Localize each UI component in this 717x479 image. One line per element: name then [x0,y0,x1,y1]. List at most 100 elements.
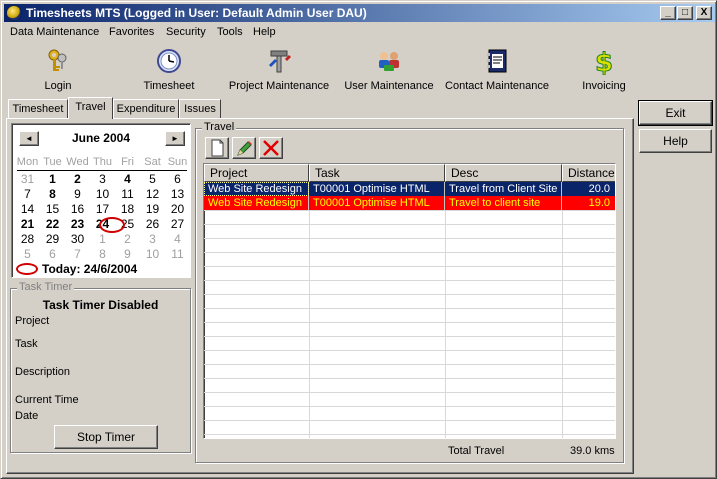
calendar-day[interactable]: 5 [140,172,165,186]
tab-timesheet[interactable]: Timesheet [8,99,68,119]
calendar-day[interactable]: 2 [115,232,140,246]
calendar-day[interactable]: 2 [65,172,90,186]
timer-project-label: Project [15,315,50,327]
toolbar-contact-maintenance-button[interactable]: Contact Maintenance [442,43,552,95]
toolbar-login-label: Login [44,80,72,92]
cell-task[interactable]: T00001 Optimise HTML [309,196,445,210]
table-row[interactable]: Web Site Redesign T00001 Optimise HTML T… [204,182,615,196]
menu-security[interactable]: Security [166,26,206,38]
toolbar-user-maintenance-button[interactable]: User Maintenance [339,43,439,95]
menu-tools[interactable]: Tools [217,26,243,38]
menu-data-maintenance[interactable]: Data Maintenance [10,26,99,38]
travel-grid[interactable]: Project Task Desc Distance Web Site Rede… [203,163,616,439]
cell-desc[interactable]: Travel to client site [445,196,562,210]
calendar-day[interactable]: 6 [165,172,190,186]
calendar-day[interactable]: 16 [65,202,90,216]
calendar-day[interactable]: 11 [165,247,190,261]
calendar-today-link[interactable]: Today: 24/6/2004 [16,262,137,276]
travel-legend: Travel [202,121,237,133]
calendar-day[interactable]: 28 [15,232,40,246]
grid-row-line [204,392,615,393]
column-header-task[interactable]: Task [309,164,445,182]
toolbar-invoicing-button[interactable]: $ Invoicing [574,43,634,95]
toolbar-login-button[interactable]: Login [28,43,88,95]
calendar-day[interactable]: 12 [140,187,165,201]
calendar-day[interactable]: 20 [165,202,190,216]
edit-record-button[interactable] [232,137,256,159]
calendar-day[interactable]: 5 [15,247,40,261]
exit-button[interactable]: Exit [638,100,713,126]
delete-record-button[interactable] [259,137,283,159]
application-window: Timesheets MTS (Logged in User: Default … [0,0,717,479]
calendar-day[interactable]: 29 [40,232,65,246]
menu-favorites[interactable]: Favorites [109,26,154,38]
grid-row-line [204,238,615,239]
calendar-day[interactable]: 15 [40,202,65,216]
calendar-day[interactable]: 30 [65,232,90,246]
toolbar-project-maintenance-button[interactable]: Project Maintenance [224,43,334,95]
calendar-day[interactable]: 8 [40,187,65,201]
calendar-day[interactable]: 7 [65,247,90,261]
calendar-day[interactable]: 19 [140,202,165,216]
tab-expenditure[interactable]: Expenditure [113,99,179,119]
cell-distance[interactable]: 19.0 [562,196,615,210]
tab-travel[interactable]: Travel [68,97,113,119]
close-button[interactable]: X [696,6,712,20]
calendar-day[interactable]: 8 [90,247,115,261]
calendar-day[interactable]: 10 [90,187,115,201]
today-label: Today: 24/6/2004 [42,262,138,276]
calendar-day[interactable]: 7 [15,187,40,201]
calendar-day[interactable]: 17 [90,202,115,216]
cell-task[interactable]: T00001 Optimise HTML [309,182,445,196]
column-header-distance[interactable]: Distance [562,164,615,182]
calendar-day[interactable]: 21 [15,217,40,231]
minimize-button[interactable]: _ [660,6,676,20]
menu-help[interactable]: Help [253,26,276,38]
grid-row-line [204,350,615,351]
help-button[interactable]: Help [639,129,712,153]
calendar-day[interactable]: 22 [40,217,65,231]
today-marker [16,263,38,275]
calendar-day[interactable]: 4 [165,232,190,246]
calendar-day[interactable]: 14 [15,202,40,216]
calendar-next-button[interactable]: ► [165,131,185,146]
toolbar-contact-maintenance-label: Contact Maintenance [445,80,549,92]
stop-timer-button[interactable]: Stop Timer [54,425,158,449]
column-header-project[interactable]: Project [204,164,309,182]
calendar-day[interactable]: 26 [140,217,165,231]
column-header-desc[interactable]: Desc [445,164,562,182]
calendar-day[interactable]: 18 [115,202,140,216]
calendar-day[interactable]: 23 [65,217,90,231]
calendar-day[interactable]: 3 [140,232,165,246]
calendar-day[interactable]: 10 [140,247,165,261]
month-calendar[interactable]: ◄ June 2004 ► Mon Tue Wed Thu Fri Sat Su… [11,123,191,278]
calendar-day[interactable]: 31 [15,172,40,186]
tab-issues[interactable]: Issues [179,99,221,119]
grid-row-line [204,308,615,309]
calendar-month-title[interactable]: June 2004 [12,131,190,145]
cell-project[interactable]: Web Site Redesign [204,196,309,210]
cell-distance[interactable]: 20.0 [562,182,615,196]
calendar-weekday: Sun [167,156,188,168]
cell-desc[interactable]: Travel from Client Site [445,182,562,196]
grid-row-line [204,378,615,379]
calendar-day[interactable]: 9 [65,187,90,201]
cell-project[interactable]: Web Site Redesign [204,182,309,196]
calendar-day[interactable]: 27 [165,217,190,231]
calendar-day[interactable]: 3 [90,172,115,186]
calendar-day[interactable]: 9 [115,247,140,261]
task-timer-legend: Task Timer [17,281,75,293]
title-bar[interactable]: Timesheets MTS (Logged in User: Default … [4,4,715,22]
maximize-button[interactable]: □ [677,6,693,20]
address-book-icon [487,49,507,73]
table-row[interactable]: Web Site Redesign T00001 Optimise HTML T… [204,196,615,210]
calendar-day[interactable]: 1 [40,172,65,186]
calendar-day[interactable]: 6 [40,247,65,261]
calendar-day[interactable]: 11 [115,187,140,201]
new-record-button[interactable] [205,137,229,159]
tools-icon [269,50,291,73]
calendar-day[interactable]: 13 [165,187,190,201]
calendar-day[interactable]: 4 [115,172,140,186]
calendar-day[interactable]: 1 [90,232,115,246]
toolbar-timesheet-button[interactable]: Timesheet [134,43,204,95]
